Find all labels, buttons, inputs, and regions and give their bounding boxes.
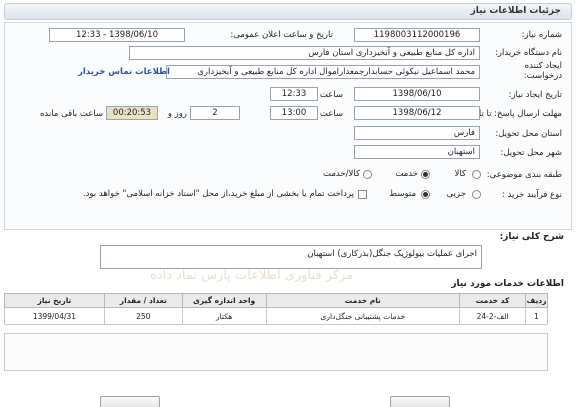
services-empty-area bbox=[4, 333, 548, 371]
bottom-button-right[interactable] bbox=[390, 396, 450, 407]
purchase-type-label: نوع فرآیند خرید : bbox=[501, 190, 562, 200]
buyer-field[interactable]: اداره کل منابع طبیعی و آبخیزداری استان ف… bbox=[129, 46, 480, 60]
remaining-time-field: 00:20:53 bbox=[106, 106, 158, 120]
service-name-cell: خدمات پشتیبانی جنگل‌داری bbox=[265, 307, 461, 325]
col-service-name: نام خدمت bbox=[265, 293, 461, 308]
watermark-text: مرکز فناوری اطلاعات پارس نماد داده bbox=[150, 268, 354, 283]
row-number-cell: 1 bbox=[525, 307, 548, 325]
category-service-label: خدمت bbox=[395, 169, 418, 179]
deadline-date-field[interactable]: 1398/06/12 bbox=[354, 106, 480, 120]
announce-date-label: تاریخ و ساعت اعلان عمومی: bbox=[230, 30, 333, 40]
deadline-time-label: ساعت bbox=[319, 109, 343, 119]
create-time-label: ساعت bbox=[319, 90, 343, 100]
table-row[interactable]: 1 الف-2-24 خدمات پشتیبانی جنگل‌داری هکتا… bbox=[4, 307, 548, 325]
city-field[interactable]: استهبان bbox=[354, 145, 480, 159]
services-section-title: اطلاعات خدمات مورد نیاز bbox=[451, 279, 564, 289]
category-goods-label: کالا bbox=[454, 169, 466, 179]
bottom-button-left[interactable] bbox=[100, 396, 160, 407]
unit-cell: هکتار bbox=[181, 307, 267, 325]
create-date-field[interactable]: 1398/06/10 bbox=[354, 87, 480, 101]
services-table: ردیف کد خدمت نام خدمت واحد اندازه گیری ت… bbox=[4, 293, 548, 325]
days-label: روز و bbox=[167, 109, 187, 119]
purchase-medium-radio[interactable] bbox=[421, 190, 430, 199]
creator-field[interactable]: محمد اسماعیل نیکوئی حسابدارجمعداراموال ا… bbox=[166, 65, 480, 79]
service-code-cell: الف-2-24 bbox=[459, 307, 527, 325]
category-goods-service-radio[interactable] bbox=[363, 170, 372, 179]
creator-label: ایجاد کننده درخواست: bbox=[523, 61, 562, 81]
purchase-minor-radio[interactable] bbox=[472, 190, 481, 199]
category-goods-radio[interactable] bbox=[472, 170, 481, 179]
col-unit: واحد اندازه گیری bbox=[181, 293, 267, 308]
col-service-code: کد خدمت bbox=[459, 293, 527, 308]
deadline-time-field[interactable]: 13:00 bbox=[270, 106, 318, 120]
need-date-cell: 1399/04/31 bbox=[4, 307, 105, 325]
col-quantity: تعداد / مقدار bbox=[103, 293, 183, 308]
need-number-label: شماره نیاز: bbox=[521, 30, 562, 40]
province-field[interactable]: فارس bbox=[354, 126, 480, 140]
quantity-cell: 250 bbox=[103, 307, 183, 325]
page-title: جزئیات اطلاعات نیاز bbox=[470, 6, 561, 16]
description-field[interactable]: اجرای عملیات بیولوژیک جنگل(بذرکاری) استه… bbox=[100, 245, 482, 269]
buyer-label: نام دستگاه خریدار: bbox=[495, 48, 562, 58]
purchase-minor-label: جزیی bbox=[446, 189, 466, 199]
days-remaining-field[interactable]: 2 bbox=[190, 106, 240, 120]
create-date-label: تاریخ ایجاد نیاز: bbox=[508, 90, 562, 100]
col-need-date: تاریخ نیاز bbox=[4, 293, 105, 308]
announce-date-field[interactable]: 1398/06/10 - 12:33 bbox=[49, 28, 185, 42]
purchase-medium-label: متوسط bbox=[389, 189, 416, 199]
category-goods-service-label: کالا/خدمت bbox=[323, 169, 360, 179]
create-time-field[interactable]: 12:33 bbox=[270, 87, 318, 101]
col-row-number: ردیف bbox=[525, 293, 548, 308]
category-label: طبقه بندی موضوعی: bbox=[486, 170, 562, 180]
buyer-contact-link[interactable]: اطلاعات تماس خریدار bbox=[78, 67, 170, 77]
treasury-checkbox[interactable] bbox=[358, 190, 367, 199]
city-label: شهر محل تحویل: bbox=[500, 148, 562, 158]
treasury-note: پرداخت تمام یا بخشی از مبلغ خرید،از محل … bbox=[82, 189, 354, 199]
services-header-row: ردیف کد خدمت نام خدمت واحد اندازه گیری ت… bbox=[4, 293, 548, 308]
province-label: استان محل تحویل: bbox=[495, 129, 562, 139]
page-header: جزئیات اطلاعات نیاز bbox=[4, 3, 572, 20]
category-service-radio[interactable] bbox=[421, 170, 430, 179]
description-label: شرح کلی نیاز: bbox=[499, 232, 564, 242]
remaining-time-label: ساعت باقی مانده bbox=[39, 109, 103, 119]
need-number-field[interactable]: 1198003112000196 bbox=[354, 28, 480, 42]
